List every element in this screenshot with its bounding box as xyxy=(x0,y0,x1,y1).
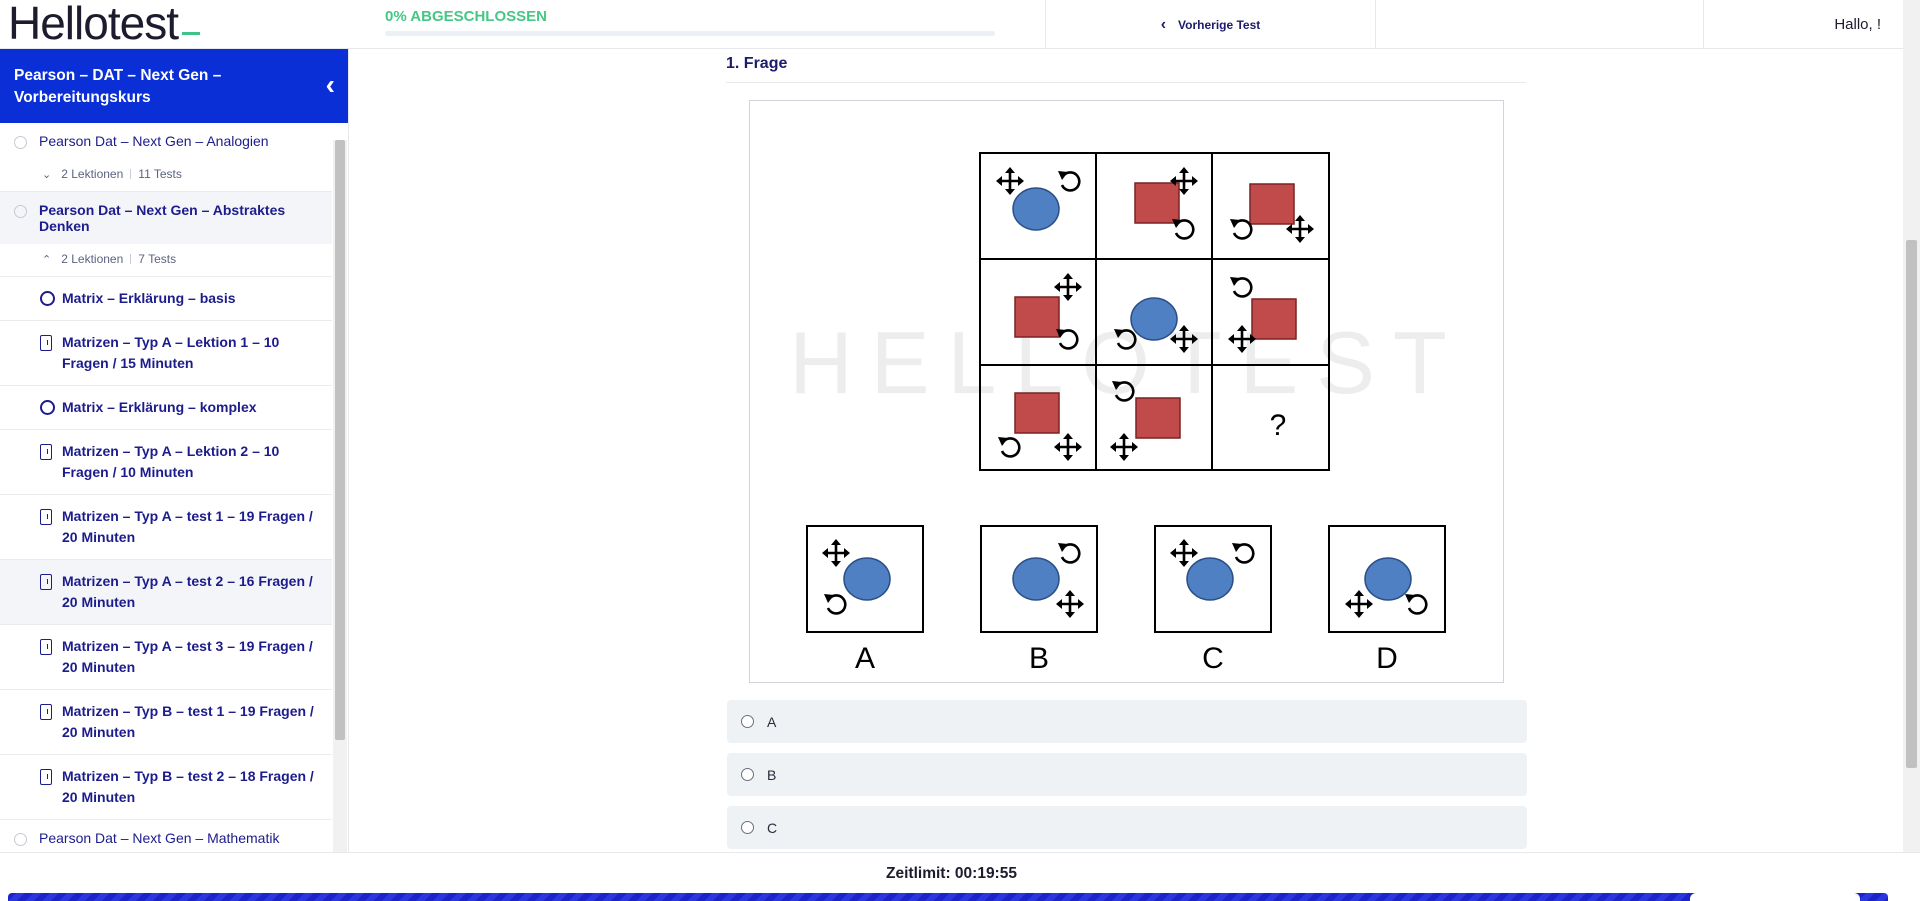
figure-option-d: D xyxy=(1328,525,1446,675)
chevron-left-icon: ‹ xyxy=(1160,15,1167,33)
progress-label: 0% ABGESCHLOSSEN xyxy=(385,8,547,25)
answer-label: A xyxy=(767,713,777,730)
document-icon xyxy=(40,509,52,525)
section-analogien[interactable]: Pearson Dat – Next Gen – Analogien xyxy=(0,123,332,159)
lesson-count: 2 Lektionen xyxy=(61,167,124,181)
footer-bar: Zeitlimit: 00:19:55 xyxy=(0,852,1920,901)
figure-option-a: A xyxy=(806,525,924,675)
section-meta[interactable]: ⌄ 2 Lektionen 11 Tests xyxy=(0,159,332,192)
figure-option-b: B xyxy=(980,525,1098,675)
chevron-up-icon: ⌃ xyxy=(42,254,52,266)
document-icon xyxy=(40,639,52,655)
divider xyxy=(726,82,1526,83)
watermark-text: HELLOTEST xyxy=(789,313,1464,412)
lesson-item[interactable]: Matrizen – Typ B – test 1 – 19 Fragen / … xyxy=(0,690,332,755)
previous-test-button[interactable]: ‹ Vorherige Test xyxy=(1045,0,1375,49)
status-circle-icon xyxy=(14,833,27,846)
answer-option-b[interactable]: B xyxy=(727,753,1527,796)
logo[interactable]: Hellotest xyxy=(8,0,200,49)
time-limit: Zeitlimit: 00:19:55 xyxy=(886,865,1017,882)
section-title: Pearson Dat – Next Gen – Abstraktes Denk… xyxy=(39,202,286,234)
document-icon xyxy=(40,574,52,590)
section-meta[interactable]: ⌃ 2 Lektionen 7 Tests xyxy=(0,244,332,277)
question-figure: HELLOTEST ? A B C D xyxy=(749,100,1504,683)
course-sidebar: Pearson – DAT – Next Gen – Vorbereitungs… xyxy=(0,49,349,852)
unknown-mark: ? xyxy=(1270,409,1287,442)
test-count: 7 Tests xyxy=(138,252,177,266)
figure-label: B xyxy=(1029,642,1049,675)
section-abstraktes-denken[interactable]: Pearson Dat – Next Gen – Abstraktes Denk… xyxy=(0,192,332,244)
radio-button[interactable] xyxy=(741,715,754,728)
radio-button[interactable] xyxy=(741,821,754,834)
circle-icon xyxy=(40,291,55,306)
document-icon xyxy=(40,335,52,351)
progress-indicator: 0% ABGESCHLOSSEN xyxy=(385,8,995,36)
progress-track xyxy=(385,31,995,36)
cell-1-2 xyxy=(1134,165,1200,240)
answer-label: B xyxy=(767,766,777,783)
lesson-item[interactable]: Matrizen – Typ B – test 2 – 18 Fragen / … xyxy=(0,755,332,820)
user-greeting[interactable]: Hallo, ! xyxy=(1703,0,1903,49)
cell-3-3: ? xyxy=(1270,409,1287,442)
figure-option-c: C xyxy=(1154,525,1272,675)
test-count: 11 Tests xyxy=(138,167,182,181)
answer-option-a[interactable]: A xyxy=(727,700,1527,743)
document-icon xyxy=(40,444,52,460)
lesson-item[interactable]: Matrizen – Typ A – Lektion 1 – 10 Fragen… xyxy=(0,321,332,386)
lesson-item[interactable]: Matrizen – Typ A – test 3 – 19 Fragen / … xyxy=(0,625,332,690)
section-mathematik[interactable]: Pearson Dat – Next Gen – Mathematik xyxy=(0,820,332,852)
lesson-item[interactable]: Matrizen – Typ A – test 1 – 19 Fragen / … xyxy=(0,495,332,560)
top-header: Hellotest 0% ABGESCHLOSSEN ‹ Vorherige T… xyxy=(0,0,1903,49)
figure-label: C xyxy=(1202,642,1224,675)
cell-1-1 xyxy=(994,165,1081,231)
radio-button[interactable] xyxy=(741,768,754,781)
previous-test-label: Vorherige Test xyxy=(1178,17,1261,32)
lesson-item[interactable]: Matrix – Erklärung – basis xyxy=(0,277,332,321)
lesson-item[interactable]: Matrix – Erklärung – komplex xyxy=(0,386,332,430)
section-title: Pearson Dat – Next Gen – Mathematik xyxy=(39,830,280,846)
lesson-item[interactable]: Matrizen – Typ A – Lektion 2 – 10 Fragen… xyxy=(0,430,332,495)
question-title: 1. Frage xyxy=(726,55,788,72)
page-scroll-thumb[interactable] xyxy=(1906,240,1917,768)
sidebar-scrollbar[interactable] xyxy=(333,140,347,852)
section-title: Pearson Dat – Next Gen – Analogien xyxy=(39,133,269,149)
figure-label: A xyxy=(855,642,875,675)
lesson-item-current[interactable]: Matrizen – Typ A – test 2 – 16 Fragen / … xyxy=(0,560,332,625)
circle-icon xyxy=(40,400,55,415)
header-spacer xyxy=(1375,0,1703,49)
document-icon xyxy=(40,704,52,720)
matrix-figure: HELLOTEST ? A B C D xyxy=(789,152,1464,675)
answer-label: C xyxy=(767,819,778,836)
figure-label: D xyxy=(1376,642,1398,675)
sidebar-scroll-thumb[interactable] xyxy=(335,140,345,740)
lesson-count: 2 Lektionen xyxy=(61,252,124,266)
cell-1-3 xyxy=(1228,183,1316,245)
question-area: 1. Frage HELLOTEST ? A B C D A B C xyxy=(349,49,1903,852)
collapse-sidebar-icon[interactable]: ‹ xyxy=(326,71,335,99)
lesson-list: Pearson Dat – Next Gen – Analogien ⌄ 2 Le… xyxy=(0,123,332,852)
answer-option-c[interactable]: C xyxy=(727,806,1527,849)
page-scrollbar[interactable] xyxy=(1903,0,1920,852)
course-header: Pearson – DAT – Next Gen – Vorbereitungs… xyxy=(0,49,348,123)
document-icon xyxy=(40,769,52,785)
course-title: Pearson – DAT – Next Gen – Vorbereitungs… xyxy=(14,67,222,106)
status-circle-icon xyxy=(14,205,27,218)
chevron-down-icon: ⌄ xyxy=(42,169,52,181)
status-circle-icon xyxy=(14,136,27,149)
